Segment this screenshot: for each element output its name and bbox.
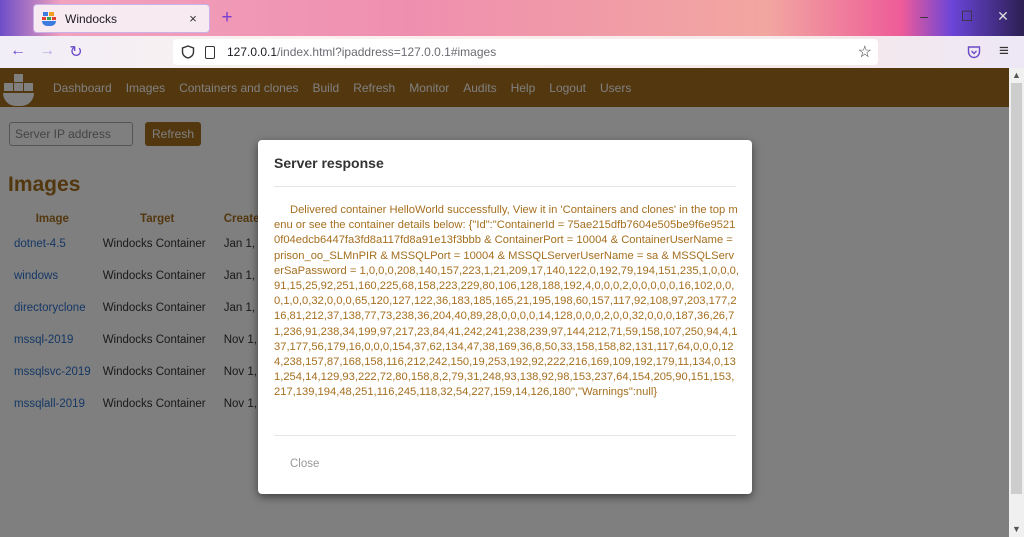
- bookmark-star-icon[interactable]: ☆: [858, 42, 872, 62]
- browser-titlebar: Windocks × + – ☐ ✕: [0, 0, 1024, 36]
- browser-tab[interactable]: Windocks ×: [33, 4, 210, 33]
- new-tab-icon[interactable]: +: [218, 7, 236, 29]
- tab-close-icon[interactable]: ×: [183, 11, 203, 26]
- back-icon[interactable]: ←: [7, 42, 29, 60]
- page: Dashboard Images Containers and clones B…: [0, 68, 1009, 537]
- modal-body-text: Delivered container HelloWorld successfu…: [274, 204, 739, 399]
- pocket-icon[interactable]: [967, 45, 981, 59]
- close-button[interactable]: Close: [290, 458, 319, 470]
- url-bar[interactable]: 127.0.0.1/index.html?ipaddress=127.0.0.1…: [173, 39, 878, 65]
- windocks-favicon-icon: [42, 11, 56, 26]
- menu-icon[interactable]: ≡: [993, 41, 1015, 61]
- modal-footer-divider: [274, 435, 736, 436]
- window-close-icon[interactable]: ✕: [993, 8, 1013, 25]
- modal-title: Server response: [274, 155, 384, 171]
- scroll-down-icon[interactable]: ▼: [1009, 524, 1024, 534]
- scroll-thumb[interactable]: [1011, 83, 1022, 494]
- shield-icon[interactable]: [181, 45, 195, 59]
- forward-icon[interactable]: →: [36, 42, 58, 60]
- maximize-icon[interactable]: ☐: [957, 8, 977, 25]
- scroll-up-icon[interactable]: ▲: [1009, 70, 1024, 80]
- server-response-modal: Server response Delivered container Hell…: [258, 140, 752, 494]
- browser-navbar: ← → ↻ 127.0.0.1/index.html?ipaddress=127…: [0, 36, 1024, 68]
- page-scrollbar[interactable]: ▲ ▼: [1009, 68, 1024, 537]
- reload-icon[interactable]: ↻: [65, 42, 87, 62]
- url-text[interactable]: 127.0.0.1/index.html?ipaddress=127.0.0.1…: [227, 45, 496, 59]
- modal-header-divider: [274, 186, 736, 187]
- tab-title: Windocks: [65, 11, 118, 26]
- page-info-icon[interactable]: [205, 45, 215, 59]
- minimize-icon[interactable]: –: [914, 8, 934, 24]
